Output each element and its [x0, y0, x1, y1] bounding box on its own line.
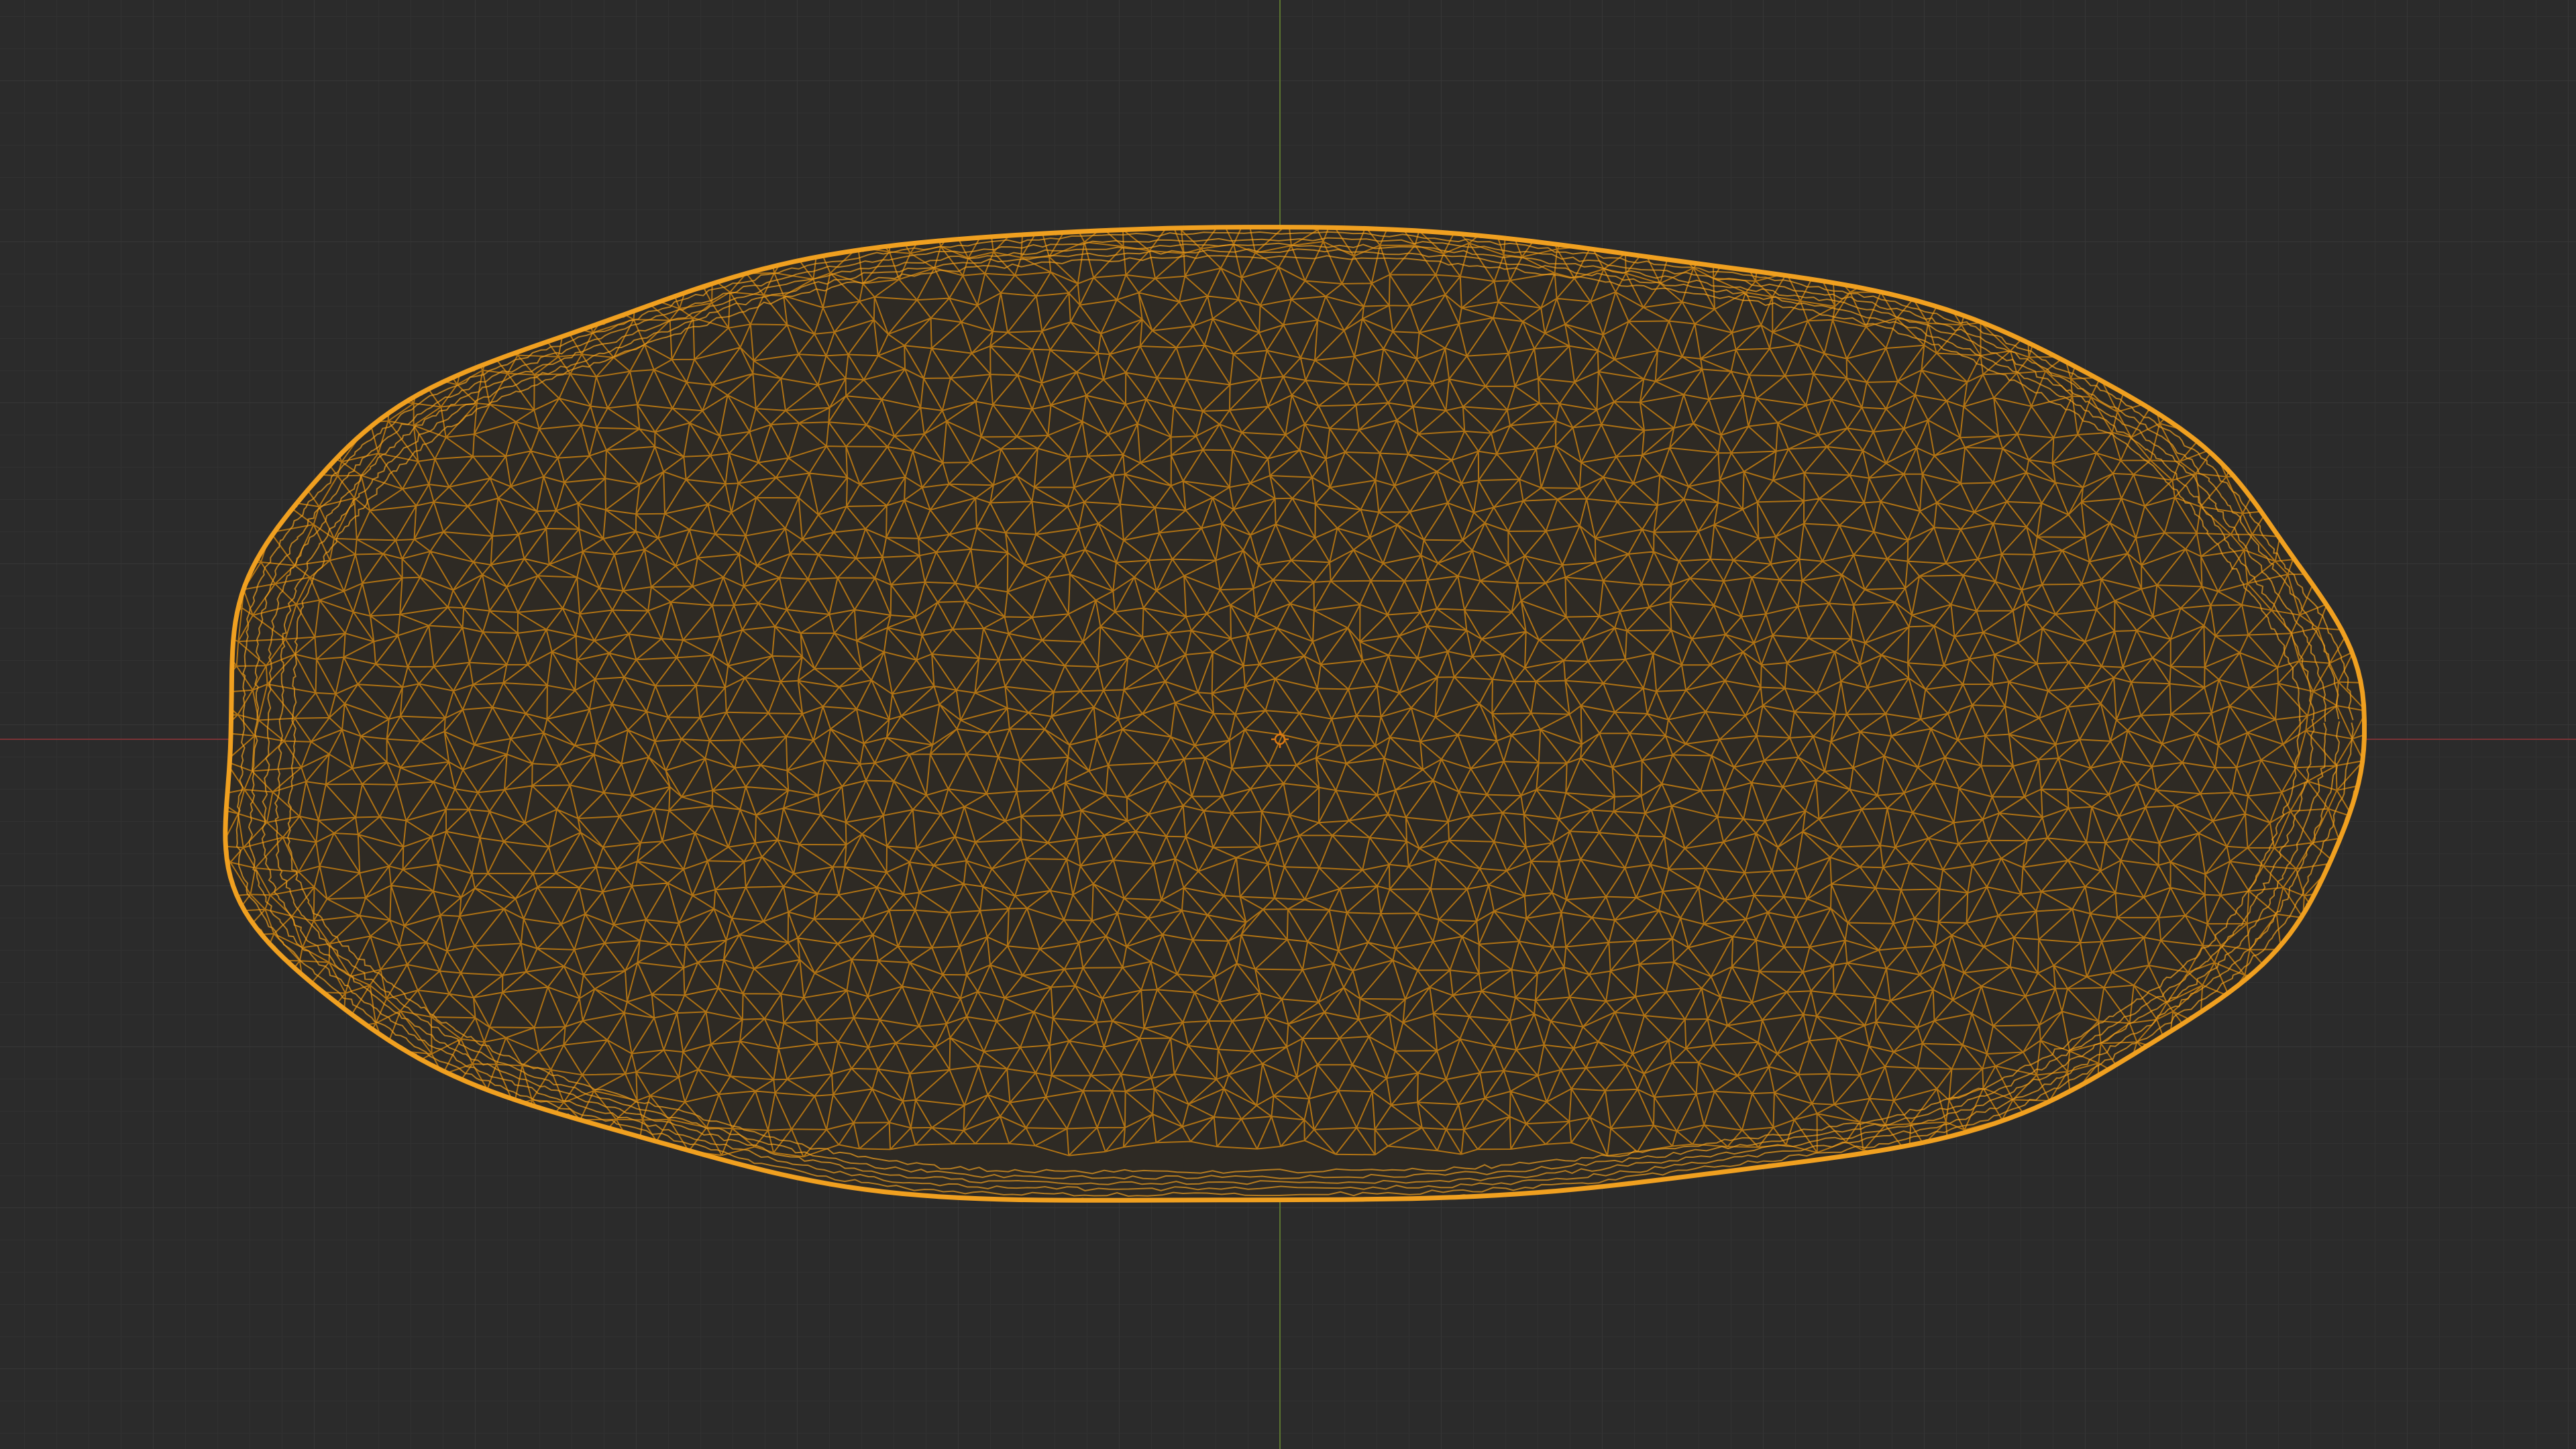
- viewport-canvas[interactable]: [0, 0, 2576, 1449]
- 3d-viewport[interactable]: [0, 0, 2576, 1449]
